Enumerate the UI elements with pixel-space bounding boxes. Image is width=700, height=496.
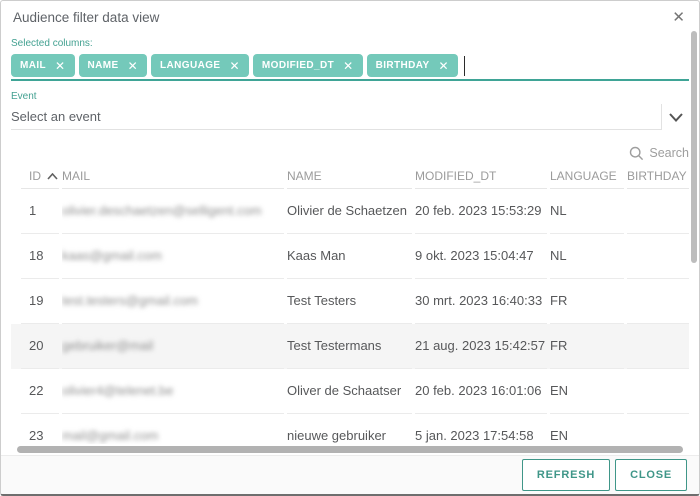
cell-mail-blurred: mail@gmail.com bbox=[62, 428, 158, 443]
cell-mail-blurred: test.testers@gmail.com bbox=[62, 293, 198, 308]
event-select-value[interactable]: Select an event bbox=[11, 104, 661, 130]
cell-id: 1 bbox=[21, 189, 59, 234]
dialog-footer: REFRESH CLOSE bbox=[1, 455, 699, 494]
cell-language: FR bbox=[550, 279, 624, 324]
cell-language: EN bbox=[550, 414, 624, 444]
search-icon bbox=[629, 146, 644, 161]
column-chip-birthday[interactable]: BIRTHDAY ✕ bbox=[367, 54, 458, 77]
event-select[interactable]: Select an event bbox=[11, 104, 689, 130]
cell-modified-dt: 20 feb. 2023 15:53:29 bbox=[415, 189, 547, 234]
cell-name: Kaas Man bbox=[287, 234, 412, 279]
chip-remove-icon[interactable]: ✕ bbox=[55, 59, 65, 73]
cell-language: NL bbox=[550, 189, 624, 234]
column-header-id[interactable]: ID bbox=[21, 165, 59, 189]
close-button[interactable]: CLOSE bbox=[615, 459, 687, 491]
column-header-mail[interactable]: MAIL bbox=[62, 165, 284, 189]
cell-birthday bbox=[627, 414, 689, 444]
close-icon[interactable]: ✕ bbox=[670, 10, 687, 25]
cell-mail-blurred: gebruiker@mail bbox=[62, 338, 153, 353]
table-row[interactable]: 23 mail@gmail.com nieuwe gebruiker 5 jan… bbox=[11, 414, 689, 444]
cell-name: nieuwe gebruiker bbox=[287, 414, 412, 444]
horizontal-scrollbar[interactable] bbox=[17, 446, 683, 453]
column-chip-modified-dt[interactable]: MODIFIED_DT ✕ bbox=[253, 54, 363, 77]
cell-id: 18 bbox=[21, 234, 59, 279]
cell-birthday bbox=[627, 369, 689, 414]
cell-mail-blurred: olivier.deschaetzen@selligent.com bbox=[62, 203, 262, 218]
column-header-name[interactable]: NAME bbox=[287, 165, 412, 189]
cell-id: 23 bbox=[21, 414, 59, 444]
cell-modified-dt: 20 feb. 2023 16:01:06 bbox=[415, 369, 547, 414]
column-chip-language[interactable]: LANGUAGE ✕ bbox=[151, 54, 249, 77]
chip-label: MODIFIED_DT bbox=[262, 60, 334, 71]
chip-remove-icon[interactable]: ✕ bbox=[229, 59, 239, 73]
table-row[interactable]: 19 test.testers@gmail.com Test Testers 3… bbox=[11, 279, 689, 324]
audience-filter-dialog: Audience filter data view ✕ Selected col… bbox=[0, 0, 700, 496]
search-placeholder: Search bbox=[649, 146, 689, 160]
cell-mail-blurred: olivier4@telenet.be bbox=[62, 383, 173, 398]
chip-label: LANGUAGE bbox=[160, 60, 220, 71]
chip-remove-icon[interactable]: ✕ bbox=[439, 59, 449, 73]
selected-columns-label: Selected columns: bbox=[11, 38, 689, 49]
cell-birthday bbox=[627, 279, 689, 324]
chip-label: MAIL bbox=[20, 60, 46, 71]
table-row[interactable]: 18 kaas@gmail.com Kaas Man 9 okt. 2023 1… bbox=[11, 234, 689, 279]
chip-label: BIRTHDAY bbox=[376, 60, 430, 71]
dialog-content: Selected columns: MAIL ✕ NAME ✕ LANGUAGE… bbox=[1, 38, 699, 453]
chip-remove-icon[interactable]: ✕ bbox=[128, 59, 138, 73]
dialog-title: Audience filter data view bbox=[13, 10, 159, 25]
data-table: ID MAIL NAME MODIFIED_DT LANGUAGE BIRTHD… bbox=[11, 165, 689, 444]
chip-remove-icon[interactable]: ✕ bbox=[343, 59, 353, 73]
cell-birthday bbox=[627, 189, 689, 234]
column-header-language[interactable]: LANGUAGE bbox=[550, 165, 624, 189]
table-body: 1 olivier.deschaetzen@selligent.com Oliv… bbox=[11, 189, 689, 444]
cell-id: 19 bbox=[21, 279, 59, 324]
table-row[interactable]: 22 olivier4@telenet.be Oliver de Schaats… bbox=[11, 369, 689, 414]
column-chip-mail[interactable]: MAIL ✕ bbox=[11, 54, 75, 77]
chevron-down-icon[interactable] bbox=[661, 104, 689, 130]
cell-modified-dt: 9 okt. 2023 15:04:47 bbox=[415, 234, 547, 279]
refresh-button[interactable]: REFRESH bbox=[522, 459, 610, 491]
cell-birthday bbox=[627, 234, 689, 279]
cell-name: Test Testers bbox=[287, 279, 412, 324]
cell-modified-dt: 30 mrt. 2023 16:40:33 bbox=[415, 279, 547, 324]
cell-birthday bbox=[627, 324, 689, 369]
search-field[interactable]: Search bbox=[11, 144, 689, 162]
cell-id: 22 bbox=[21, 369, 59, 414]
cell-modified-dt: 5 jan. 2023 17:54:58 bbox=[415, 414, 547, 444]
column-header-birthday[interactable]: BIRTHDAY bbox=[627, 165, 689, 189]
cell-name: Test Testermans bbox=[287, 324, 412, 369]
event-label: Event bbox=[11, 91, 689, 102]
column-chip-name[interactable]: NAME ✕ bbox=[79, 54, 148, 77]
dialog-header: Audience filter data view ✕ bbox=[1, 1, 699, 30]
cell-mail-blurred: kaas@gmail.com bbox=[62, 248, 162, 263]
chip-label: NAME bbox=[88, 60, 119, 71]
cell-name: Oliver de Schaatser bbox=[287, 369, 412, 414]
cell-modified-dt: 21 aug. 2023 15:42:57 bbox=[415, 324, 547, 369]
selected-columns-input[interactable]: MAIL ✕ NAME ✕ LANGUAGE ✕ MODIFIED_DT ✕ B… bbox=[11, 54, 689, 81]
cell-language: FR bbox=[550, 324, 624, 369]
cell-language: NL bbox=[550, 234, 624, 279]
column-header-modified-dt[interactable]: MODIFIED_DT bbox=[415, 165, 547, 189]
text-cursor bbox=[464, 56, 465, 76]
cell-language: EN bbox=[550, 369, 624, 414]
cell-name: Olivier de Schaetzen bbox=[287, 189, 412, 234]
vertical-scrollbar[interactable] bbox=[691, 31, 697, 263]
table-row[interactable]: 1 olivier.deschaetzen@selligent.com Oliv… bbox=[11, 189, 689, 234]
cell-id: 20 bbox=[21, 324, 59, 369]
sort-asc-icon[interactable] bbox=[47, 173, 58, 180]
table-header-row: ID MAIL NAME MODIFIED_DT LANGUAGE BIRTHD… bbox=[11, 165, 689, 189]
table-row[interactable]: 20 gebruiker@mail Test Testermans 21 aug… bbox=[11, 324, 689, 369]
